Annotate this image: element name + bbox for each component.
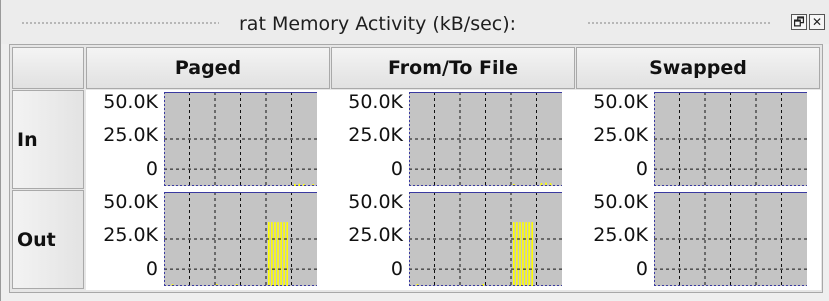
y-tick-label: 25.0K xyxy=(348,124,403,146)
y-tick-label: 25.0K xyxy=(103,224,158,246)
activity-bar xyxy=(513,222,515,286)
graph-out-from-to-file-cell: 50.0K 25.0K 0 xyxy=(331,190,576,290)
activity-bar xyxy=(274,222,276,286)
y-tick-label: 0 xyxy=(390,158,403,180)
column-header-paged[interactable]: Paged xyxy=(86,47,330,89)
column-header-swapped[interactable]: Swapped xyxy=(576,47,820,89)
activity-bar xyxy=(528,222,530,286)
title-grip-left[interactable] xyxy=(21,21,219,25)
activity-bar xyxy=(519,222,521,286)
memory-table: Paged From/To File Swapped In Out 50.0K 2… xyxy=(9,44,823,293)
activity-bar xyxy=(298,183,301,186)
y-tick-label: 50.0K xyxy=(348,191,403,213)
activity-bar xyxy=(522,222,524,286)
activity-bar xyxy=(271,222,273,286)
y-tick-label: 0 xyxy=(145,258,158,280)
y-tick-label: 50.0K xyxy=(593,91,648,113)
y-tick-label: 50.0K xyxy=(348,91,403,113)
table-corner xyxy=(12,47,84,89)
activity-bar xyxy=(525,222,527,286)
row-header-out[interactable]: Out xyxy=(12,190,84,289)
graph-in-swapped-svg xyxy=(654,92,807,186)
y-tick-label: 0 xyxy=(635,258,648,280)
graph-in-paged-cell: 50.0K 25.0K 0 xyxy=(86,90,331,190)
activity-bar xyxy=(286,222,288,286)
graph-in-from-to-file-svg xyxy=(409,92,562,186)
y-tick-label: 50.0K xyxy=(593,191,648,213)
title-grip-right[interactable] xyxy=(587,21,771,25)
graph-in-swapped-cell: 50.0K 25.0K 0 xyxy=(576,90,821,190)
graph-in-from-to-file-plot xyxy=(409,92,562,186)
graph-out-paged-cell: 50.0K 25.0K 0 xyxy=(86,190,331,290)
window-title: rat Memory Activity (kB/sec): xyxy=(239,13,517,35)
y-tick-label: 50.0K xyxy=(103,191,158,213)
y-tick-label: 50.0K xyxy=(103,91,158,113)
y-tick-label: 25.0K xyxy=(103,124,158,146)
close-icon[interactable]: ✕ xyxy=(809,14,825,30)
y-tick-label: 25.0K xyxy=(593,124,648,146)
graph-out-from-to-file-plot xyxy=(409,192,562,286)
activity-bar xyxy=(280,222,282,286)
y-tick-label: 0 xyxy=(390,258,403,280)
graph-in-from-to-file-cell: 50.0K 25.0K 0 xyxy=(331,90,576,190)
restore-window-icon[interactable]: 🗗 xyxy=(791,14,807,30)
y-tick-label: 25.0K xyxy=(593,224,648,246)
y-tick-label: 0 xyxy=(635,158,648,180)
column-header-from-to-file[interactable]: From/To File xyxy=(331,47,575,89)
graph-in-swapped-plot xyxy=(654,92,807,186)
y-tick-label: 25.0K xyxy=(348,224,403,246)
graph-in-paged-svg xyxy=(164,92,317,186)
activity-bar xyxy=(516,222,518,286)
graph-out-swapped-cell: 50.0K 25.0K 0 xyxy=(576,190,821,290)
row-header-in[interactable]: In xyxy=(12,90,84,189)
activity-bar xyxy=(268,222,270,286)
graph-out-paged-svg xyxy=(164,192,317,286)
activity-bar xyxy=(294,184,296,186)
graph-out-paged-plot xyxy=(164,192,317,286)
graph-out-swapped-plot xyxy=(654,192,807,286)
graph-in-paged-plot xyxy=(164,92,317,186)
activity-bar xyxy=(283,222,285,286)
graph-out-from-to-file-svg xyxy=(409,192,562,286)
activity-bar xyxy=(277,222,279,286)
memory-activity-window: rat Memory Activity (kB/sec): 🗗 ✕ Paged … xyxy=(0,0,829,301)
activity-bar xyxy=(531,222,533,286)
title-bar[interactable]: rat Memory Activity (kB/sec): 🗗 ✕ xyxy=(1,0,829,44)
y-tick-label: 0 xyxy=(145,158,158,180)
graph-out-swapped-svg xyxy=(654,192,807,286)
